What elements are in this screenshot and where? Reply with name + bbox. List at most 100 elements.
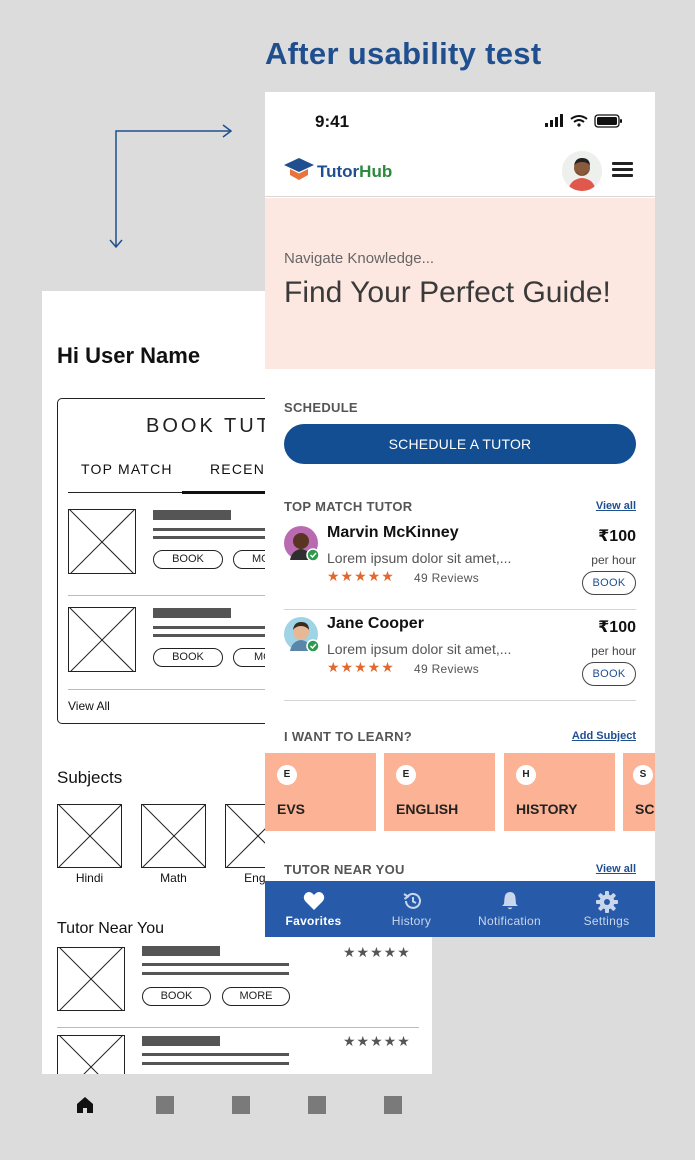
heart-icon: [303, 892, 324, 910]
subject-name: SCI: [635, 801, 655, 817]
status-bar: 9:41: [265, 92, 655, 142]
tutor-price: ₹100: [598, 619, 636, 636]
status-time: 9:41: [315, 112, 350, 131]
brand-name-part1: Tutor: [317, 162, 360, 181]
subject-name: EVS: [277, 801, 306, 817]
subject-initial: E: [396, 765, 416, 785]
top-match-view-all-link[interactable]: View all: [596, 500, 636, 512]
divider: [68, 595, 288, 596]
tutor-name: Marvin McKinney: [327, 524, 459, 541]
history-icon: [402, 892, 421, 909]
book-tutor-title: BOOK TUT: [146, 415, 272, 437]
tab-label: History: [391, 914, 432, 928]
text-placeholder: [142, 1062, 289, 1065]
top-match-label: TOP MATCH TUTOR: [284, 499, 413, 514]
subject-carousel[interactable]: E EVS E ENGLISH H HISTORY S SCI: [265, 753, 655, 831]
rating-stars: ★★★★★: [343, 1033, 411, 1049]
tutor-near-view-all-link[interactable]: View all: [596, 863, 636, 875]
book-button[interactable]: BOOK: [582, 571, 636, 595]
tutor-avatar: [284, 617, 320, 653]
subject-image-placeholder[interactable]: [141, 804, 206, 868]
tab-notification[interactable]: Notification: [461, 881, 558, 937]
price-unit: per hour: [591, 553, 636, 567]
tutor-description: Lorem ipsum dolor sit amet,...: [327, 550, 512, 566]
text-placeholder: [142, 1036, 220, 1046]
subject-card-history[interactable]: H HISTORY: [504, 753, 615, 831]
tutor-description: Lorem ipsum dolor sit amet,...: [327, 641, 512, 657]
tab-history[interactable]: History: [363, 881, 460, 937]
view-all-link[interactable]: View All: [68, 699, 110, 713]
tab-favorites[interactable]: Favorites: [265, 881, 362, 937]
tutor-card[interactable]: Marvin McKinney Lorem ipsum dolor sit am…: [284, 520, 636, 610]
tab-label: Favorites: [285, 914, 342, 928]
subject-card-evs[interactable]: E EVS: [265, 753, 376, 831]
schedule-tutor-button[interactable]: SCHEDULE A TUTOR: [284, 424, 636, 464]
learn-label: I WANT TO LEARN?: [284, 729, 413, 744]
hero-banner: Navigate Knowledge... Find Your Perfect …: [265, 198, 655, 369]
bottom-tab-bar: Favorites History Notification Settings: [265, 881, 655, 937]
book-button[interactable]: BOOK: [153, 550, 223, 569]
hero-subtitle: Navigate Knowledge...: [284, 250, 435, 267]
text-placeholder: [142, 972, 289, 975]
signal-icon: [545, 114, 563, 127]
review-count: 49 Reviews: [414, 571, 480, 585]
tab-settings[interactable]: Settings: [558, 881, 655, 937]
book-button[interactable]: BOOK: [142, 987, 211, 1006]
nav-placeholder-icon[interactable]: [308, 1096, 326, 1114]
user-avatar[interactable]: [562, 151, 602, 191]
add-subject-link[interactable]: Add Subject: [572, 730, 636, 742]
page-heading: After usability test: [265, 36, 542, 71]
more-button[interactable]: MORE: [222, 987, 290, 1006]
nav-placeholder-icon[interactable]: [384, 1096, 402, 1114]
image-placeholder: [68, 607, 136, 672]
price-unit: per hour: [591, 644, 636, 658]
battery-icon: [594, 114, 622, 128]
brand-logo[interactable]: TutorHub: [317, 162, 392, 182]
nav-placeholder-icon[interactable]: [156, 1096, 174, 1114]
home-icon[interactable]: [76, 1096, 94, 1114]
subject-image-placeholder[interactable]: [57, 804, 122, 868]
rating-stars: ★★★★★: [327, 659, 395, 675]
subject-card-science[interactable]: S SCI: [623, 753, 655, 831]
subject-name: HISTORY: [516, 801, 578, 817]
tutor-name: Jane Cooper: [327, 615, 424, 632]
tutor-avatar: [284, 526, 320, 562]
tab-label: Settings: [583, 914, 630, 928]
tutor-card[interactable]: Jane Cooper Lorem ipsum dolor sit amet,.…: [284, 611, 636, 701]
tutor-near-label: TUTOR NEAR YOU: [284, 862, 405, 877]
tutorhub-screen: 9:41 TutorHub Navigate Knowledge... Find…: [265, 92, 655, 937]
gear-icon: [595, 891, 618, 913]
status-icons: [545, 114, 622, 128]
schedule-label: SCHEDULE: [284, 400, 358, 415]
text-placeholder: [142, 946, 220, 956]
text-placeholder: [153, 510, 231, 520]
text-placeholder: [153, 608, 231, 618]
text-placeholder: [142, 963, 289, 966]
subject-initial: H: [516, 765, 536, 785]
subject-initial: S: [633, 765, 653, 785]
book-button[interactable]: BOOK: [153, 648, 223, 667]
review-count: 49 Reviews: [414, 662, 480, 676]
book-button[interactable]: BOOK: [582, 662, 636, 686]
subject-initial: E: [277, 765, 297, 785]
subject-name: ENGLISH: [396, 801, 459, 817]
app-header: TutorHub: [265, 142, 655, 197]
tutor-price: ₹100: [598, 528, 636, 545]
image-placeholder: [68, 509, 136, 574]
tab-label: Notification: [478, 914, 541, 928]
bell-icon: [501, 892, 518, 910]
divider: [68, 689, 288, 690]
tab-top-match[interactable]: TOP MATCH: [81, 461, 173, 477]
subject-label: Math: [160, 871, 187, 885]
subject-label: Hindi: [75, 871, 104, 885]
book-tutor-card: BOOK TUT TOP MATCH RECENT BOOK MO BOOK M…: [57, 398, 293, 724]
nav-placeholder-icon[interactable]: [232, 1096, 250, 1114]
hamburger-menu-icon[interactable]: [612, 162, 633, 178]
rating-stars: ★★★★★: [327, 568, 395, 584]
tutor-image-placeholder: [57, 947, 125, 1011]
brand-name-part2: Hub: [359, 162, 393, 181]
wifi-icon: [570, 115, 588, 123]
rating-stars: ★★★★★: [343, 944, 411, 960]
subject-card-english[interactable]: E ENGLISH: [384, 753, 495, 831]
user-avatar-image: [562, 151, 602, 191]
